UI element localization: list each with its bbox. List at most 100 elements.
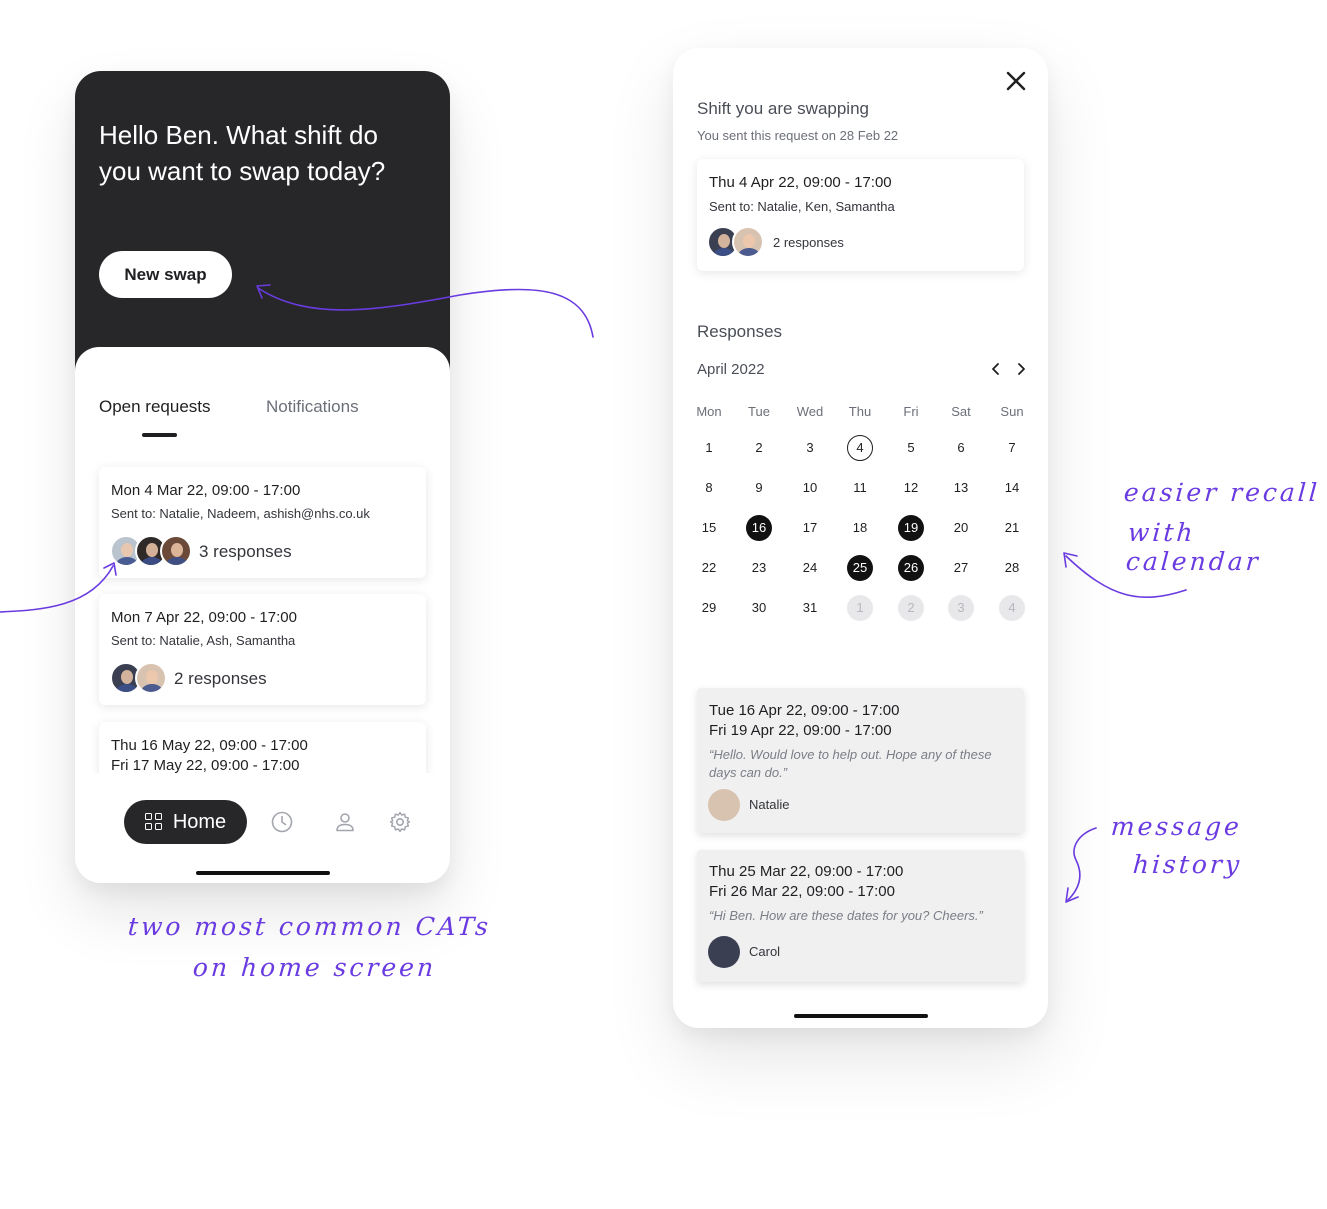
- calendar-day[interactable]: 26: [898, 555, 924, 581]
- calendar-day[interactable]: 6: [948, 435, 974, 461]
- calendar-day[interactable]: 15: [696, 515, 722, 541]
- calendar-day[interactable]: 31: [797, 595, 823, 621]
- tab-home[interactable]: Home: [124, 800, 247, 844]
- message-card[interactable]: Thu 25 Mar 22, 09:00 - 17:00 Fri 26 Mar …: [697, 850, 1024, 982]
- message-card[interactable]: Tue 16 Apr 22, 09:00 - 17:00 Fri 19 Apr …: [697, 688, 1024, 833]
- calendar-day[interactable]: 12: [898, 475, 924, 501]
- annotation-calendar-line1: easier recall: [1122, 478, 1321, 507]
- calendar-weekday: Thu: [848, 404, 872, 419]
- calendar-day[interactable]: 9: [746, 475, 772, 501]
- tab-notifications[interactable]: Notifications: [266, 397, 359, 417]
- message-sender: Carol: [749, 944, 781, 959]
- avatar: [708, 936, 740, 968]
- calendar-weekday: Tue: [748, 404, 770, 419]
- calendar-day[interactable]: 4: [999, 595, 1025, 621]
- calendar-day[interactable]: 3: [948, 595, 974, 621]
- active-tab-indicator: [142, 433, 177, 437]
- new-swap-button[interactable]: New swap: [99, 251, 232, 298]
- request-recipients: Sent to: Natalie, Nadeem, ashish@nhs.co.…: [111, 506, 370, 521]
- calendar-day[interactable]: 16: [746, 515, 772, 541]
- calendar-day[interactable]: 10: [797, 475, 823, 501]
- calendar-day[interactable]: 17: [797, 515, 823, 541]
- message-sender: Natalie: [749, 797, 790, 812]
- responder-avatars: [110, 535, 192, 567]
- profile-icon[interactable]: [333, 810, 357, 834]
- swap-dates: Thu 4 Apr 22, 09:00 - 17:00: [709, 174, 892, 191]
- calendar-day[interactable]: 22: [696, 555, 722, 581]
- calendar-day[interactable]: 23: [746, 555, 772, 581]
- avatar: [135, 662, 167, 694]
- calendar-weekday: Sat: [951, 404, 971, 419]
- responder-avatars: [110, 662, 167, 694]
- avatar: [708, 789, 740, 821]
- calendar-month: April 2022: [697, 361, 765, 378]
- calendar-day[interactable]: 2: [898, 595, 924, 621]
- request-dates: Thu 16 May 22, 09:00 - 17:00: [111, 737, 308, 754]
- request-dates: Mon 7 Apr 22, 09:00 - 17:00: [111, 609, 297, 626]
- calendar-day[interactable]: 27: [948, 555, 974, 581]
- calendar-day[interactable]: 28: [999, 555, 1025, 581]
- message-date-line: Fri 26 Mar 22, 09:00 - 17:00: [709, 883, 895, 900]
- calendar-day[interactable]: 29: [696, 595, 722, 621]
- calendar-day[interactable]: 19: [898, 515, 924, 541]
- hero-header: Hello Ben. What shift do you want to swa…: [75, 71, 450, 381]
- request-dates: Mon 4 Mar 22, 09:00 - 17:00: [111, 482, 301, 499]
- swap-summary-card: Thu 4 Apr 22, 09:00 - 17:00 Sent to: Nat…: [697, 159, 1024, 271]
- message-quote: “Hello. Would love to help out. Hope any…: [709, 747, 992, 780]
- response-count: 3 responses: [199, 542, 292, 561]
- calendar-day[interactable]: 3: [797, 435, 823, 461]
- calendar-day[interactable]: 7: [999, 435, 1025, 461]
- tab-home-label: Home: [172, 810, 227, 833]
- calendar-weekday: Sun: [1000, 404, 1024, 419]
- annotation-home-line2: on home screen: [191, 953, 438, 982]
- gear-icon[interactable]: [388, 810, 412, 834]
- calendar-weekday: Wed: [796, 404, 824, 419]
- detail-title: Shift you are swapping: [697, 99, 869, 118]
- chevron-right-icon[interactable]: [1011, 359, 1031, 379]
- calendar-day[interactable]: 30: [746, 595, 772, 621]
- calendar-day[interactable]: 5: [898, 435, 924, 461]
- avatar: [160, 535, 192, 567]
- greeting-heading: Hello Ben. What shift do you want to swa…: [99, 120, 386, 186]
- request-card[interactable]: Mon 4 Mar 22, 09:00 - 17:00 Sent to: Nat…: [99, 467, 426, 578]
- chevron-left-icon[interactable]: [986, 359, 1006, 379]
- calendar-weekday: Mon: [696, 404, 722, 419]
- calendar-weekday: Fri: [903, 404, 919, 419]
- calendar-day[interactable]: 21: [999, 515, 1025, 541]
- calendar-day[interactable]: 20: [948, 515, 974, 541]
- response-count: 2 responses: [174, 669, 267, 688]
- calendar-day[interactable]: 1: [847, 595, 873, 621]
- message-quote: “Hi Ben. How are these dates for you? Ch…: [709, 908, 983, 923]
- calendar-day[interactable]: 4: [847, 435, 873, 461]
- annotation-home-line1: two most common CATs: [126, 912, 493, 941]
- calendar-day[interactable]: 24: [797, 555, 823, 581]
- calendar-day[interactable]: 2: [746, 435, 772, 461]
- detail-subtitle: You sent this request on 28 Feb 22: [697, 128, 899, 143]
- calendar-day[interactable]: 25: [847, 555, 873, 581]
- close-icon[interactable]: [1001, 66, 1031, 96]
- calendar-day[interactable]: 1: [696, 435, 722, 461]
- requests-sheet: Open requests Notifications Mon 4 Mar 22…: [75, 347, 450, 777]
- bottom-tab-bar: Home: [75, 773, 450, 883]
- calendar-day[interactable]: 13: [948, 475, 974, 501]
- annotation-message-line2: history: [1131, 850, 1244, 879]
- swap-recipients: Sent to: Natalie, Ken, Samantha: [709, 199, 895, 214]
- calendar-day[interactable]: 8: [696, 475, 722, 501]
- message-date-line: Fri 19 Apr 22, 09:00 - 17:00: [709, 722, 892, 739]
- annotation-calendar-line2: with calendar: [1124, 518, 1262, 576]
- calendar-day[interactable]: 11: [847, 475, 873, 501]
- tab-open-requests[interactable]: Open requests: [99, 397, 211, 417]
- grid-icon: [144, 813, 163, 831]
- calendar-day[interactable]: 18: [847, 515, 873, 541]
- request-card[interactable]: Mon 7 Apr 22, 09:00 - 17:00 Sent to: Nat…: [99, 594, 426, 705]
- calendar-day[interactable]: 14: [999, 475, 1025, 501]
- message-date-line: Thu 25 Mar 22, 09:00 - 17:00: [709, 863, 904, 880]
- swap-detail-phone: Shift you are swapping You sent this req…: [673, 48, 1048, 1028]
- home-indicator: [196, 871, 330, 875]
- responder-avatars: [707, 226, 764, 258]
- responses-heading: Responses: [697, 322, 783, 341]
- request-card[interactable]: Thu 16 May 22, 09:00 - 17:00 Fri 17 May …: [99, 722, 426, 777]
- clock-icon[interactable]: [270, 810, 294, 834]
- annotation-message-line1: message: [1109, 812, 1243, 841]
- message-date-line: Tue 16 Apr 22, 09:00 - 17:00: [709, 702, 900, 719]
